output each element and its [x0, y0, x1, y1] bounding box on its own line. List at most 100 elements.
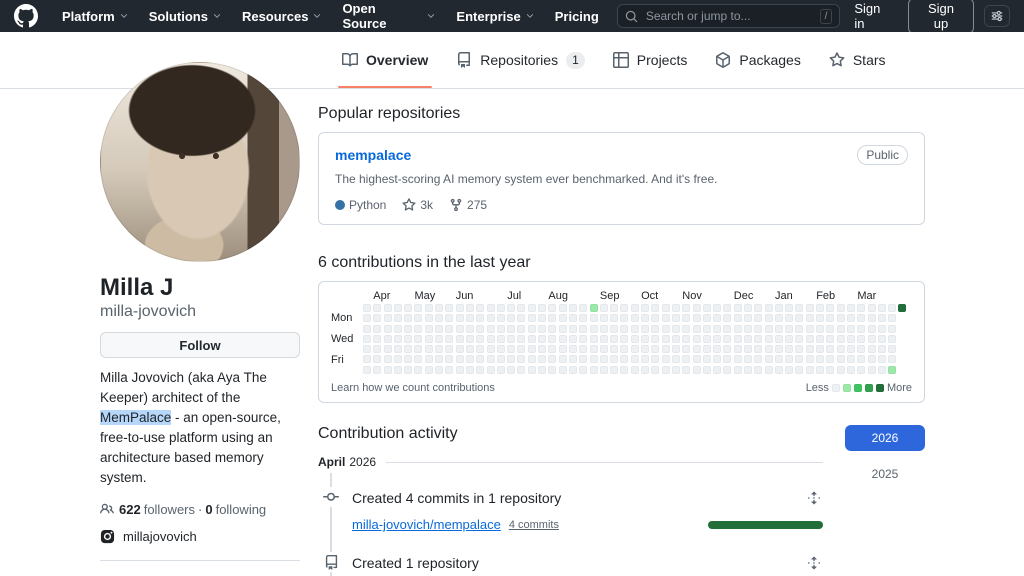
contribution-cell[interactable]	[590, 345, 598, 353]
contribution-cell[interactable]	[662, 355, 670, 363]
contribution-cell[interactable]	[641, 325, 649, 333]
contribution-cell[interactable]	[765, 366, 773, 374]
contribution-cell[interactable]	[384, 325, 392, 333]
year-2026-button[interactable]: 2026	[845, 425, 925, 451]
contribution-cell[interactable]	[806, 325, 814, 333]
contribution-cell[interactable]	[868, 304, 876, 312]
contribution-cell[interactable]	[754, 345, 762, 353]
contribution-cell[interactable]	[548, 314, 556, 322]
contribution-cell[interactable]	[487, 335, 495, 343]
contribution-cell[interactable]	[476, 366, 484, 374]
contribution-cell[interactable]	[538, 355, 546, 363]
contribution-cell[interactable]	[507, 304, 515, 312]
contribution-cell[interactable]	[672, 355, 680, 363]
contribution-cell[interactable]	[662, 314, 670, 322]
contribution-cell[interactable]	[559, 345, 567, 353]
contribution-cell[interactable]	[641, 345, 649, 353]
contribution-cell[interactable]	[414, 345, 422, 353]
contribution-cell[interactable]	[507, 314, 515, 322]
contribution-cell[interactable]	[517, 325, 525, 333]
contribution-cell[interactable]	[487, 366, 495, 374]
contribution-cell[interactable]	[765, 314, 773, 322]
contribution-cell[interactable]	[373, 314, 381, 322]
contribution-cell[interactable]	[631, 345, 639, 353]
contribution-cell[interactable]	[373, 335, 381, 343]
expand-collapse-button[interactable]	[805, 489, 823, 507]
contribution-cell[interactable]	[703, 355, 711, 363]
contribution-cell[interactable]	[414, 355, 422, 363]
contribution-cell[interactable]	[456, 314, 464, 322]
contribution-cell[interactable]	[373, 345, 381, 353]
contribution-cell[interactable]	[445, 366, 453, 374]
contribution-cell[interactable]	[610, 304, 618, 312]
contribution-cell[interactable]	[425, 304, 433, 312]
contribution-cell[interactable]	[888, 325, 896, 333]
contribution-cell[interactable]	[497, 325, 505, 333]
contribution-cell[interactable]	[497, 335, 505, 343]
contribution-cell[interactable]	[641, 366, 649, 374]
contribution-cell[interactable]	[754, 314, 762, 322]
contribution-cell[interactable]	[569, 304, 577, 312]
contribution-cell[interactable]	[384, 314, 392, 322]
contribution-cell[interactable]	[384, 345, 392, 353]
contribution-cell[interactable]	[662, 325, 670, 333]
contribution-cell[interactable]	[703, 335, 711, 343]
appearance-settings-button[interactable]	[984, 5, 1010, 27]
contribution-cell[interactable]	[528, 325, 536, 333]
contribution-cell[interactable]	[456, 345, 464, 353]
contribution-cell[interactable]	[734, 355, 742, 363]
contribution-cell[interactable]	[517, 366, 525, 374]
repo-name-link[interactable]: mempalace	[335, 147, 411, 163]
contribution-cell[interactable]	[785, 325, 793, 333]
contribution-cell[interactable]	[528, 355, 536, 363]
nav-item-solutions[interactable]: Solutions	[141, 5, 230, 28]
contribution-cell[interactable]	[590, 366, 598, 374]
contribution-cell[interactable]	[816, 366, 824, 374]
contribution-cell[interactable]	[795, 304, 803, 312]
contribution-cell[interactable]	[641, 335, 649, 343]
contribution-cell[interactable]	[445, 304, 453, 312]
nav-item-enterprise[interactable]: Enterprise	[448, 5, 542, 28]
contribution-cell[interactable]	[579, 355, 587, 363]
contribution-cell[interactable]	[713, 345, 721, 353]
contribution-cell[interactable]	[384, 366, 392, 374]
contribution-cell[interactable]	[517, 304, 525, 312]
contribution-cell[interactable]	[888, 345, 896, 353]
contribution-cell[interactable]	[445, 314, 453, 322]
contribution-cell[interactable]	[610, 335, 618, 343]
contribution-cell[interactable]	[497, 304, 505, 312]
contribution-cell[interactable]	[507, 335, 515, 343]
github-logo-icon[interactable]	[14, 4, 38, 28]
contribution-cell[interactable]	[847, 345, 855, 353]
contribution-cell[interactable]	[713, 366, 721, 374]
contribution-cell[interactable]	[878, 325, 886, 333]
contribution-cell[interactable]	[744, 345, 752, 353]
contribution-cell[interactable]	[610, 345, 618, 353]
contribution-cell[interactable]	[456, 304, 464, 312]
contribution-cell[interactable]	[672, 314, 680, 322]
contribution-cell[interactable]	[775, 355, 783, 363]
sign-in-link[interactable]: Sign in	[850, 1, 898, 31]
contribution-cell[interactable]	[476, 304, 484, 312]
contribution-cell[interactable]	[569, 335, 577, 343]
contribution-cell[interactable]	[754, 304, 762, 312]
repo-link[interactable]: milla-jovovich/mempalace	[352, 517, 501, 532]
contribution-cell[interactable]	[528, 335, 536, 343]
contribution-cell[interactable]	[754, 355, 762, 363]
contribution-cell[interactable]	[414, 325, 422, 333]
contribution-cell[interactable]	[765, 304, 773, 312]
nav-item-open-source[interactable]: Open Source	[334, 0, 444, 35]
contribution-cell[interactable]	[847, 335, 855, 343]
contribution-cell[interactable]	[703, 304, 711, 312]
contribution-cell[interactable]	[723, 314, 731, 322]
contribution-cell[interactable]	[569, 355, 577, 363]
sign-up-button[interactable]: Sign up	[908, 0, 974, 34]
contribution-cell[interactable]	[414, 304, 422, 312]
contribution-cell[interactable]	[672, 366, 680, 374]
contribution-cell[interactable]	[456, 325, 464, 333]
contribution-cell[interactable]	[888, 366, 896, 374]
contribution-cell[interactable]	[528, 304, 536, 312]
contribution-cell[interactable]	[651, 314, 659, 322]
contribution-cell[interactable]	[476, 314, 484, 322]
commits-count-link[interactable]: 4 commits	[509, 519, 559, 531]
